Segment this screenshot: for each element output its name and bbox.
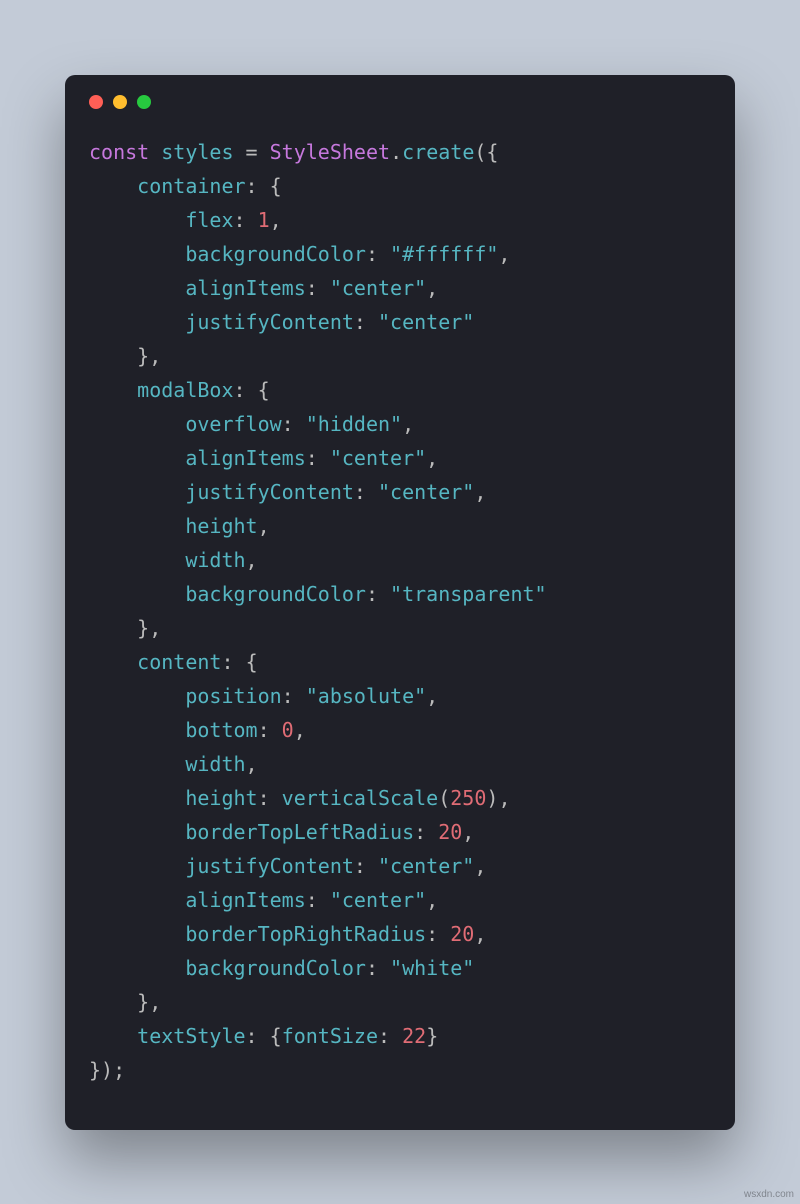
code-window: const styles = StyleSheet.create({ conta… (65, 75, 735, 1130)
prop-backgroundColor: backgroundColor (185, 582, 366, 606)
prop-justifyContent: justifyContent (185, 310, 354, 334)
key-content: content (137, 650, 221, 674)
minimize-icon[interactable] (113, 95, 127, 109)
key-modalBox: modalBox (137, 378, 233, 402)
prop-bottom: bottom (185, 718, 257, 742)
prop-borderTopRightRadius: borderTopRightRadius (185, 922, 426, 946)
code-block: const styles = StyleSheet.create({ conta… (65, 109, 735, 1087)
str-center: "center" (330, 446, 426, 470)
keyword-const: const (89, 140, 149, 164)
prop-alignItems: alignItems (185, 888, 305, 912)
prop-justifyContent: justifyContent (185, 854, 354, 878)
fn-verticalScale: verticalScale (282, 786, 439, 810)
str-center: "center" (378, 480, 474, 504)
prop-alignItems: alignItems (185, 276, 305, 300)
str-transparent: "transparent" (390, 582, 547, 606)
traffic-lights (65, 75, 735, 109)
str-ffffff: "#ffffff" (390, 242, 498, 266)
prop-borderTopLeftRadius: borderTopLeftRadius (185, 820, 414, 844)
prop-height: height (185, 514, 257, 538)
num-250: 250 (450, 786, 486, 810)
close-icon[interactable] (89, 95, 103, 109)
prop-fontSize: fontSize (282, 1024, 378, 1048)
prop-overflow: overflow (185, 412, 281, 436)
prop-flex: flex (185, 208, 233, 232)
key-container: container (137, 174, 245, 198)
prop-backgroundColor: backgroundColor (185, 242, 366, 266)
prop-width: width (185, 752, 245, 776)
prop-width: width (185, 548, 245, 572)
prop-height: height (185, 786, 257, 810)
str-white: "white" (390, 956, 474, 980)
num-22: 22 (402, 1024, 426, 1048)
str-hidden: "hidden" (306, 412, 402, 436)
type-stylesheet: StyleSheet (270, 140, 390, 164)
num-0: 0 (282, 718, 294, 742)
prop-alignItems: alignItems (185, 446, 305, 470)
prop-justifyContent: justifyContent (185, 480, 354, 504)
str-absolute: "absolute" (306, 684, 426, 708)
num-1: 1 (258, 208, 270, 232)
zoom-icon[interactable] (137, 95, 151, 109)
var-styles: styles (161, 140, 233, 164)
prop-backgroundColor: backgroundColor (185, 956, 366, 980)
str-center: "center" (378, 310, 474, 334)
prop-position: position (185, 684, 281, 708)
str-center: "center" (378, 854, 474, 878)
str-center: "center" (330, 888, 426, 912)
watermark: wsxdn.com (744, 1189, 794, 1200)
num-20: 20 (438, 820, 462, 844)
key-textStyle: textStyle (137, 1024, 245, 1048)
num-20: 20 (450, 922, 474, 946)
str-center: "center" (330, 276, 426, 300)
fn-create: create (402, 140, 474, 164)
